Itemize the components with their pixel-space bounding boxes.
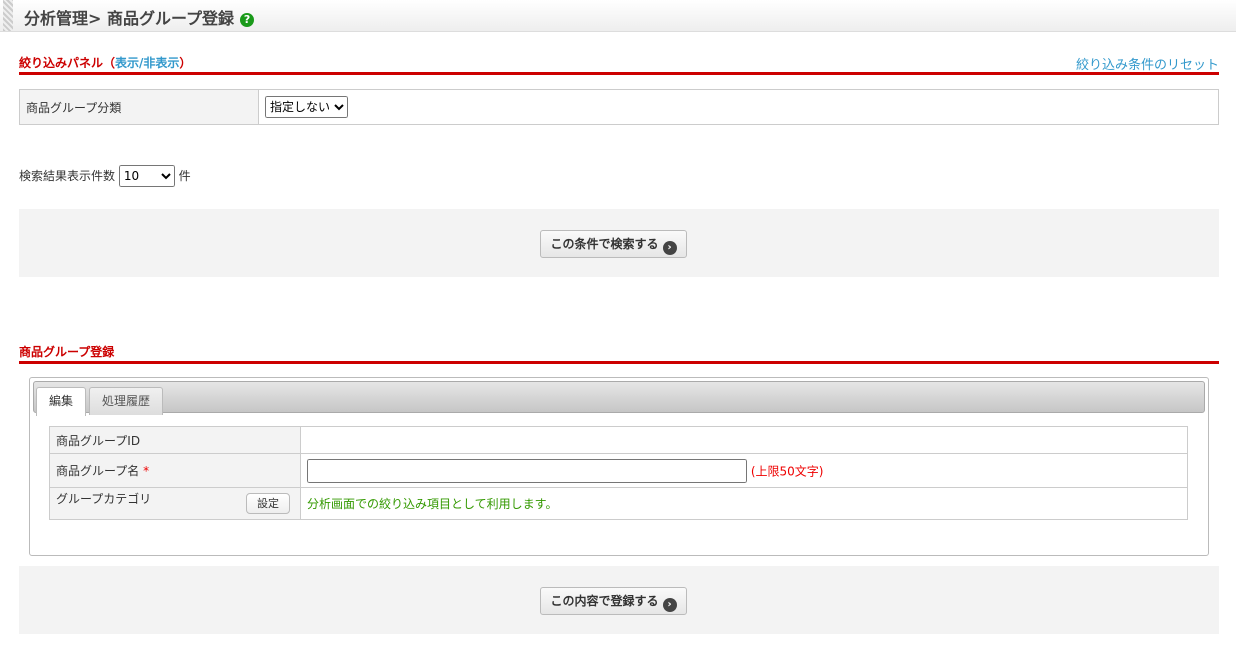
register-form: 商品グループID 商品グループ名 * (上限50文字) グループカテゴリ 設定 … [49,426,1188,520]
group-class-cell: 指定しない [258,89,1219,125]
search-bar: この条件で検索する › [19,209,1219,277]
result-count-row: 検索結果表示件数 10 件 [19,165,191,187]
arrow-right-icon: › [662,241,677,255]
group-name-limit: (上限50文字) [750,464,824,478]
register-button[interactable]: この内容で登録する › [540,587,687,615]
help-icon[interactable]: ? [240,13,255,27]
header-stripe [3,0,13,31]
category-label: グループカテゴリ [56,492,152,506]
tab-bar: 編集 処理履歴 [33,381,1205,416]
category-note: 分析画面での絞り込み項目として利用します。 [300,487,1188,520]
group-name-label: 商品グループ名 [56,464,140,478]
search-button-label: この条件で検索する [550,237,659,251]
group-id-value [300,426,1188,454]
page-header: 分析管理> 商品グループ登録? [0,0,1236,32]
register-panel: 編集 処理履歴 商品グループID 商品グループ名 * (上限50文字) グループ… [29,377,1209,556]
group-name-input[interactable] [307,458,747,483]
filter-table: 商品グループ分類 指定しない [19,89,1219,125]
result-count-select[interactable]: 10 [118,165,175,187]
group-name-cell: (上限50文字) [300,453,1188,488]
group-class-label: 商品グループ分類 [19,89,259,125]
category-settings-button[interactable]: 設定 [246,493,290,514]
result-count-label: 検索結果表示件数 [19,169,116,183]
result-count-unit: 件 [178,169,191,183]
tab-history[interactable]: 処理履歴 [89,387,164,415]
reset-filter-link[interactable]: 絞り込み条件のリセット [1076,54,1219,73]
arrow-right-icon: › [662,598,677,612]
required-mark: * [143,464,150,478]
tab-edit[interactable]: 編集 [36,387,87,416]
group-id-label: 商品グループID [49,426,301,454]
category-label-cell: グループカテゴリ 設定 [49,487,301,520]
register-header: 商品グループ登録 [19,343,1219,364]
page-title-text: 分析管理> 商品グループ登録 [24,9,235,28]
group-name-label-cell: 商品グループ名 * [49,453,301,488]
filter-panel-header: 絞り込みパネル（表示/非表示） 絞り込み条件のリセット [19,54,1219,75]
submit-bar: この内容で登録する › [19,566,1219,634]
filter-title-close: ） [179,56,192,70]
page-title: 分析管理> 商品グループ登録? [24,5,255,29]
register-button-label: この内容で登録する [550,594,659,608]
group-class-select[interactable]: 指定しない [265,96,348,118]
filter-panel-title: 絞り込みパネル（表示/非表示） [19,56,191,70]
filter-title-text: 絞り込みパネル（ [19,56,116,70]
toggle-filter-link[interactable]: 表示/非表示 [115,56,179,70]
register-title: 商品グループ登録 [19,345,115,359]
search-button[interactable]: この条件で検索する › [540,230,687,258]
